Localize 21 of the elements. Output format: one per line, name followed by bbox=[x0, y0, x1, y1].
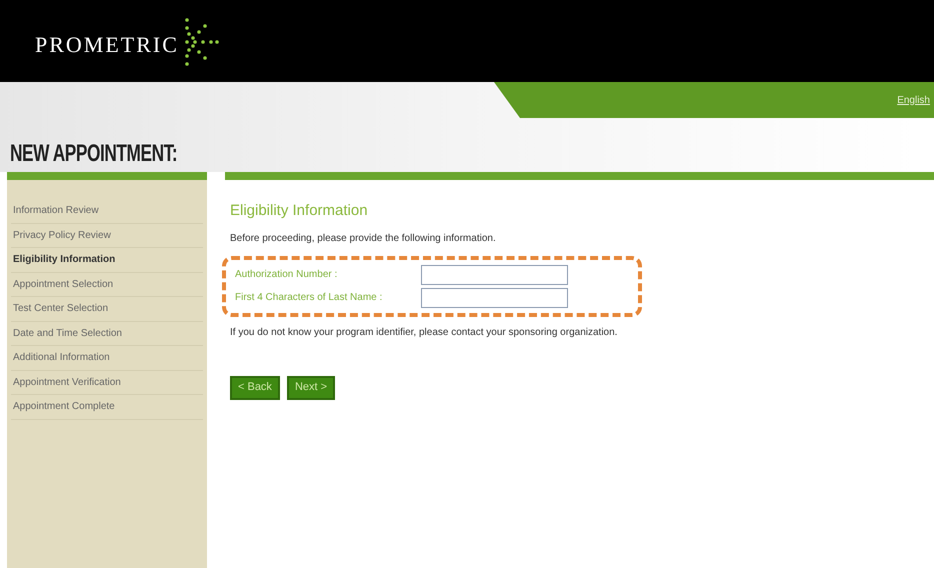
note-text: If you do not know your program identifier, please contact your sponsoring organization. bbox=[230, 326, 618, 340]
sidebar-item[interactable]: Additional Information bbox=[11, 346, 203, 370]
sidebar-item[interactable]: Appointment Selection bbox=[11, 272, 203, 297]
input-field[interactable] bbox=[421, 264, 568, 284]
nav-button[interactable]: < Back bbox=[230, 376, 280, 400]
sidebar-item[interactable]: Appointment Complete bbox=[11, 395, 203, 420]
sidebar-item[interactable]: Appointment Verification bbox=[11, 370, 203, 395]
field-label: Authorization Number : bbox=[235, 268, 338, 282]
sidebar-item[interactable]: Privacy Policy Review bbox=[11, 224, 203, 248]
sidebar-item[interactable]: Test Center Selection bbox=[11, 297, 203, 322]
logo-text: PROMETRIC bbox=[35, 30, 179, 58]
field-label: First 4 Characters of Last Name : bbox=[235, 291, 384, 305]
section-heading: Eligibility Information bbox=[230, 201, 369, 221]
input-field[interactable] bbox=[421, 288, 568, 308]
page-title: NEW APPOINTMENT: bbox=[10, 139, 178, 169]
sidebar-item[interactable]: Date and Time Selection bbox=[11, 322, 203, 346]
nav-button[interactable]: Next > bbox=[286, 376, 336, 400]
language-link[interactable]: English bbox=[897, 92, 930, 108]
sidebar-item[interactable]: Information Review bbox=[11, 199, 203, 224]
sidebar-item[interactable]: Eligibility Information bbox=[11, 248, 203, 272]
intro-text: Before proceeding, please provide the following information. bbox=[230, 232, 497, 246]
